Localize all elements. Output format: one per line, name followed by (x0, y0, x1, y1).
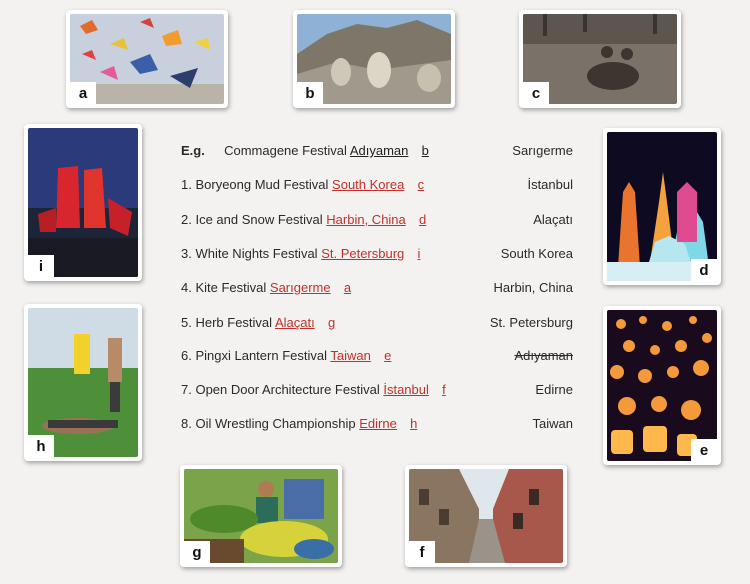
photo-white-nights-festival: i (24, 124, 142, 281)
festival-name: Boryeong Mud Festival (195, 177, 329, 192)
festival-row: 1. Boryeong Mud Festival South Korea c İ… (181, 175, 573, 195)
example-row: E.g. Commagene Festival Adıyaman b Sarıg… (181, 141, 573, 161)
festival-name: Open Door Architecture Festival (195, 382, 380, 397)
festival-row: 4. Kite Festival Sarıgerme a Harbin, Chi… (181, 278, 573, 298)
example-prefix: E.g. (181, 143, 205, 158)
answer-place: İstanbul (383, 382, 429, 397)
photo-letter-e: e (691, 439, 717, 461)
answer-letter: c (417, 177, 425, 192)
example-answer: Adıyaman (349, 143, 409, 158)
photo-herb-festival: g (180, 465, 342, 567)
row-number: 4. (181, 280, 192, 295)
answer-place: Taiwan (330, 348, 371, 363)
row-number: 5. (181, 315, 192, 330)
place-option: İstanbul (527, 177, 573, 192)
photo-letter-f: f (409, 541, 435, 563)
row-number: 1. (181, 177, 192, 192)
answer-place: Edirne (359, 416, 397, 431)
answer-place: Sarıgerme (269, 280, 331, 295)
answer-letter: h (410, 416, 418, 431)
photo-letter-c: c (523, 82, 549, 104)
festival-name: Herb Festival (195, 315, 273, 330)
answer-letter: f (442, 382, 446, 397)
photo-ice-snow-festival: d (603, 128, 721, 285)
answer-letter: i (417, 246, 421, 261)
photo-kite-festival: a (66, 10, 228, 108)
photo-letter-g: g (184, 541, 210, 563)
festival-row: 6. Pingxi Lantern Festival Taiwan e Adıy… (181, 346, 573, 366)
place-option: St. Petersburg (489, 315, 573, 330)
festival-row: 7. Open Door Architecture Festival İstan… (181, 380, 573, 400)
answer-letter: a (343, 280, 352, 295)
photo-letter-a: a (70, 82, 96, 104)
photo-letter-b: b (297, 82, 323, 104)
festival-name: Ice and Snow Festival (195, 212, 323, 227)
photo-oil-wrestling: h (24, 304, 142, 461)
row-number: 6. (181, 348, 192, 363)
festival-row: 3. White Nights Festival St. Petersburg … (181, 244, 573, 264)
photo-letter-d: d (691, 259, 717, 281)
place-option: Taiwan (532, 416, 573, 431)
answer-place: St. Petersburg (321, 246, 405, 261)
row-number: 3. (181, 246, 192, 261)
place-option: Edirne (535, 382, 573, 397)
place-option: Harbin, China (493, 280, 574, 295)
example-letter: b (421, 143, 429, 158)
photo-mud-festival: c (519, 10, 681, 108)
festival-name: Pingxi Lantern Festival (195, 348, 327, 363)
row-number: 8. (181, 416, 192, 431)
answer-place: Alaçatı (274, 315, 315, 330)
festival-row: 5. Herb Festival Alaçatı g St. Petersbur… (181, 313, 573, 333)
festival-name: White Nights Festival (195, 246, 318, 261)
example-left: E.g. Commagene Festival Adıyaman b (181, 141, 429, 161)
photo-lantern-festival: e (603, 306, 721, 465)
example-festival: Commagene Festival (224, 143, 347, 158)
festival-name: Kite Festival (195, 280, 267, 295)
photo-commagene-festival: b (293, 10, 455, 108)
photo-letter-h: h (28, 435, 54, 457)
place-option-used: Adıyaman (514, 348, 573, 363)
row-number: 2. (181, 212, 192, 227)
answer-letter: d (419, 212, 427, 227)
festival-row: 2. Ice and Snow Festival Harbin, China d… (181, 210, 573, 230)
photo-letter-i: i (28, 255, 54, 277)
answer-letter: g (327, 315, 336, 330)
photo-open-door-festival: f (405, 465, 567, 567)
row-number: 7. (181, 382, 192, 397)
example-place: Sarıgerme (512, 143, 573, 158)
answer-place: South Korea (332, 177, 405, 192)
answer-letter: e (384, 348, 392, 363)
place-option: Alaçatı (533, 212, 573, 227)
festival-name: Oil Wrestling Championship (195, 416, 356, 431)
place-option: South Korea (500, 246, 573, 261)
answer-place: Harbin, China (326, 212, 406, 227)
festival-row: 8. Oil Wrestling Championship Edirne h T… (181, 414, 573, 434)
